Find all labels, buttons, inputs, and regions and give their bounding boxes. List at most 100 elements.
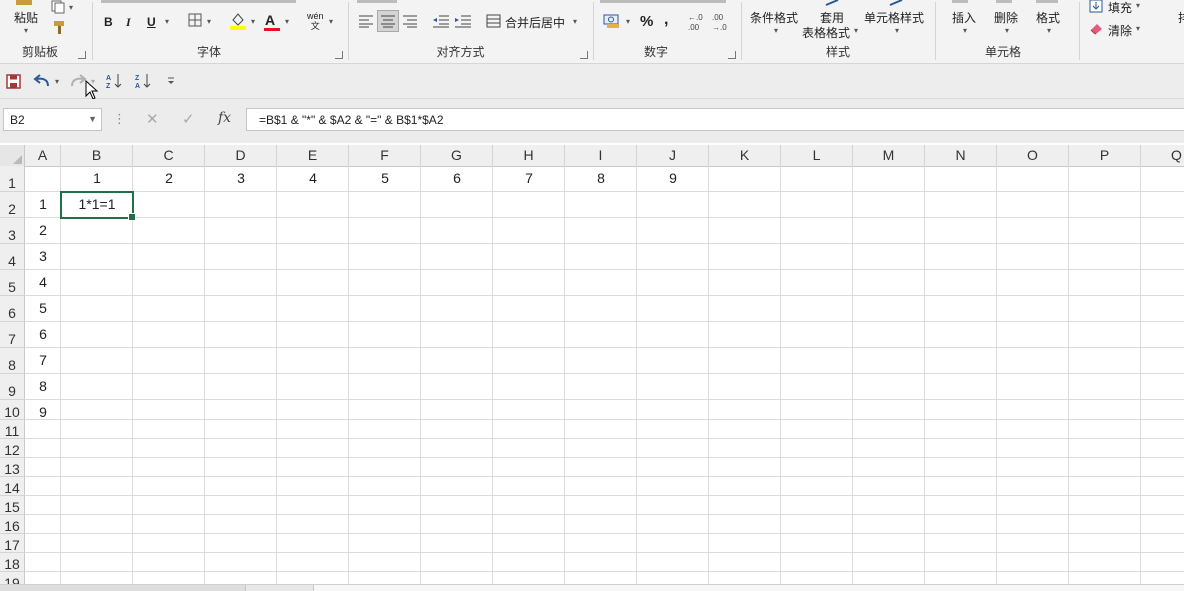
cancel-entry-icon[interactable]: ✕ [146,110,159,128]
decrease-decimal-icon[interactable]: .00 →.0 [710,11,730,33]
cell-a5[interactable]: 4 [25,274,61,290]
column-header-b[interactable]: B [61,145,133,166]
cell-c1[interactable]: 2 [133,170,205,186]
undo-dropdown-icon[interactable]: ▾ [52,71,62,91]
column-header-p[interactable]: P [1069,145,1141,166]
conditional-formatting-button[interactable]: 条件格式 [750,9,798,26]
format-as-table-dropdown-icon[interactable]: ▾ [854,26,858,35]
row-header-4[interactable]: 4 [0,244,25,270]
format-cells-button[interactable]: 格式 [1036,9,1060,26]
column-header-e[interactable]: E [277,145,349,166]
sort-ascending-icon[interactable]: AZ [105,71,125,91]
confirm-entry-icon[interactable]: ✓ [182,110,195,128]
delete-cells-dropdown-icon[interactable]: ▾ [1005,26,1009,35]
column-header-a[interactable]: A [25,145,61,166]
format-as-table-button[interactable]: 表格格式 [802,24,850,41]
format-painter-icon[interactable] [50,18,68,36]
column-header-j[interactable]: J [637,145,709,166]
underline-dropdown-icon[interactable]: ▾ [165,17,169,26]
cell-h1[interactable]: 7 [493,170,565,186]
conditional-formatting-dropdown-icon[interactable]: ▾ [774,26,778,35]
delete-cells-button[interactable]: 删除 [994,9,1018,26]
cell-a4[interactable]: 3 [25,248,61,264]
paste-dropdown-icon[interactable]: ▾ [24,26,28,35]
font-dialog-launcher-icon[interactable] [335,51,343,59]
column-header-d[interactable]: D [205,145,277,166]
fill-down-icon[interactable] [1089,0,1103,13]
fill-handle[interactable] [128,213,136,221]
insert-function-icon[interactable]: fx [218,110,231,126]
format-as-table-icon[interactable] [824,0,840,6]
customize-toolbar-icon[interactable] [164,71,178,91]
select-all-button[interactable] [0,145,25,166]
row-header-8[interactable]: 8 [0,348,25,374]
clipboard-dialog-launcher-icon[interactable] [78,51,86,59]
cell-a2[interactable]: 1 [25,196,61,212]
column-header-h[interactable]: H [493,145,565,166]
save-icon[interactable] [4,71,22,91]
row-header-10[interactable]: 10 [0,400,25,420]
cell-a9[interactable]: 8 [25,378,61,394]
comma-style-button[interactable]: , [664,11,668,29]
align-right-icon[interactable] [401,12,419,30]
merge-center-icon[interactable] [485,13,501,29]
borders-icon[interactable] [187,12,203,28]
row-header-2[interactable]: 2 [0,192,25,218]
column-header-k[interactable]: K [709,145,781,166]
cell-i1[interactable]: 8 [565,170,637,186]
cell-j1[interactable]: 9 [637,170,709,186]
cell-a8[interactable]: 7 [25,352,61,368]
fill-dropdown-icon[interactable]: ▾ [1136,1,1140,10]
accounting-format-icon[interactable] [602,11,624,31]
font-color-dropdown-icon[interactable]: ▾ [285,17,289,26]
row-header-15[interactable]: 15 [0,496,25,515]
column-header-c[interactable]: C [133,145,205,166]
insert-cells-dropdown-icon[interactable]: ▾ [963,26,967,35]
row-header-16[interactable]: 16 [0,515,25,534]
row-header-9[interactable]: 9 [0,374,25,400]
cell-a10[interactable]: 9 [25,404,61,420]
row-header-3[interactable]: 3 [0,218,25,244]
cell-a7[interactable]: 6 [25,326,61,342]
row-header-6[interactable]: 6 [0,296,25,322]
cell-styles-dropdown-icon[interactable]: ▾ [895,26,899,35]
cell-styles-button[interactable]: 单元格样式 [864,9,924,26]
horizontal-scrollbar[interactable] [313,585,1184,591]
cell-a3[interactable]: 2 [25,222,61,238]
row-header-17[interactable]: 17 [0,534,25,553]
column-header-l[interactable]: L [781,145,853,166]
sort-descending-icon[interactable]: ZA [134,71,154,91]
name-box-dropdown-icon[interactable]: ▼ [88,114,97,124]
phonetic-guide-button[interactable]: wén 文 [307,11,324,31]
copy-icon[interactable]: ▾ [50,0,78,14]
font-color-button[interactable]: A [265,12,275,28]
formula-input[interactable]: =B$1 & "*" & $A2 & "=" & B$1*$A2 [246,108,1184,131]
row-header-14[interactable]: 14 [0,477,25,496]
formula-bar-resize-handle[interactable]: ⋮ [113,111,126,127]
italic-button[interactable]: I [126,15,131,30]
alignment-dialog-launcher-icon[interactable] [580,51,588,59]
phonetic-dropdown-icon[interactable]: ▾ [329,17,333,26]
bold-button[interactable]: B [104,15,113,29]
column-header-i[interactable]: I [565,145,637,166]
insert-cells-button[interactable]: 插入 [952,9,976,26]
cell-a6[interactable]: 5 [25,300,61,316]
cell-g1[interactable]: 6 [421,170,493,186]
paste-button[interactable]: 粘贴 [14,9,38,26]
merge-center-dropdown-icon[interactable]: ▾ [573,17,577,26]
undo-icon[interactable] [32,71,52,91]
align-center-icon[interactable] [377,10,399,32]
fill-color-icon[interactable] [229,11,247,31]
paste-icon[interactable] [14,0,36,6]
row-header-1[interactable]: 1 [0,166,25,192]
accounting-dropdown-icon[interactable]: ▾ [626,17,630,26]
sort-filter-button[interactable]: 排 [1178,9,1184,26]
worksheet-grid[interactable]: ABCDEFGHIJKLMNOPQ 1 2 3 4 5 6 7 8 9 10 11 12 13 14 15 1… [0,145,1184,585]
column-header-f[interactable]: F [349,145,421,166]
cell-e1[interactable]: 4 [277,170,349,186]
percent-button[interactable]: % [640,13,653,30]
clear-button[interactable]: 清除 [1108,22,1132,39]
increase-decimal-icon[interactable]: ←.0.00 [686,11,706,33]
clear-eraser-icon[interactable] [1089,21,1105,35]
column-header-o[interactable]: O [997,145,1069,166]
